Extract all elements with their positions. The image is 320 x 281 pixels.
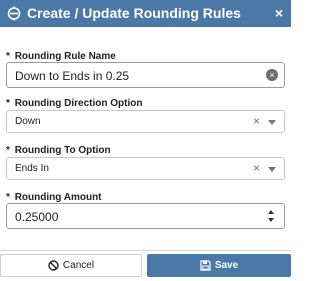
ban-icon — [48, 260, 59, 271]
stepper-up-icon[interactable] — [268, 210, 274, 214]
cancel-button[interactable]: Cancel — [0, 254, 142, 277]
amount-input[interactable]: 0.25000 — [6, 203, 285, 229]
required-mark: * — [6, 192, 10, 203]
amount-stepper[interactable] — [268, 210, 276, 224]
rounding-to-label: * Rounding To Option — [6, 145, 111, 156]
direction-value: Down — [15, 116, 41, 127]
chevron-down-icon[interactable] — [268, 167, 276, 172]
rounding-icon — [7, 6, 21, 21]
amount-value: 0.25000 — [15, 210, 59, 224]
required-mark: * — [6, 98, 10, 109]
save-button[interactable]: Save — [147, 254, 291, 277]
close-icon[interactable]: × — [275, 5, 283, 21]
clear-icon[interactable]: × — [253, 161, 260, 175]
floppy-disk-icon — [200, 260, 211, 271]
direction-label-text: Rounding Direction Option — [14, 98, 143, 109]
direction-select[interactable]: Down × — [6, 110, 285, 133]
dialog-header: Create / Update Rounding Rules × — [0, 0, 291, 27]
rule-name-value: Down to Ends in 0.25 — [15, 69, 130, 83]
amount-label-text: Rounding Amount — [14, 192, 102, 203]
rounding-to-select[interactable]: Ends In × — [6, 157, 285, 180]
rounding-to-value: Ends In — [15, 163, 49, 174]
save-label: Save — [214, 260, 239, 271]
rounding-to-label-text: Rounding To Option — [14, 145, 111, 156]
required-mark: * — [6, 145, 10, 156]
amount-label: * Rounding Amount — [6, 192, 102, 203]
cancel-label: Cancel — [62, 260, 95, 271]
dialog-title: Create / Update Rounding Rules — [27, 5, 241, 21]
direction-label: * Rounding Direction Option — [6, 98, 142, 109]
chevron-down-icon[interactable] — [268, 120, 276, 125]
required-mark: * — [6, 51, 10, 62]
clear-icon[interactable]: × — [253, 114, 260, 128]
footer-divider — [0, 250, 291, 251]
clear-icon[interactable]: × — [266, 69, 278, 81]
stepper-down-icon[interactable] — [268, 218, 274, 222]
rule-name-input[interactable]: Down to Ends in 0.25 × — [6, 62, 285, 88]
rule-name-label-text: Rounding Rule Name — [14, 51, 116, 62]
rule-name-label: * Rounding Rule Name — [6, 51, 116, 62]
